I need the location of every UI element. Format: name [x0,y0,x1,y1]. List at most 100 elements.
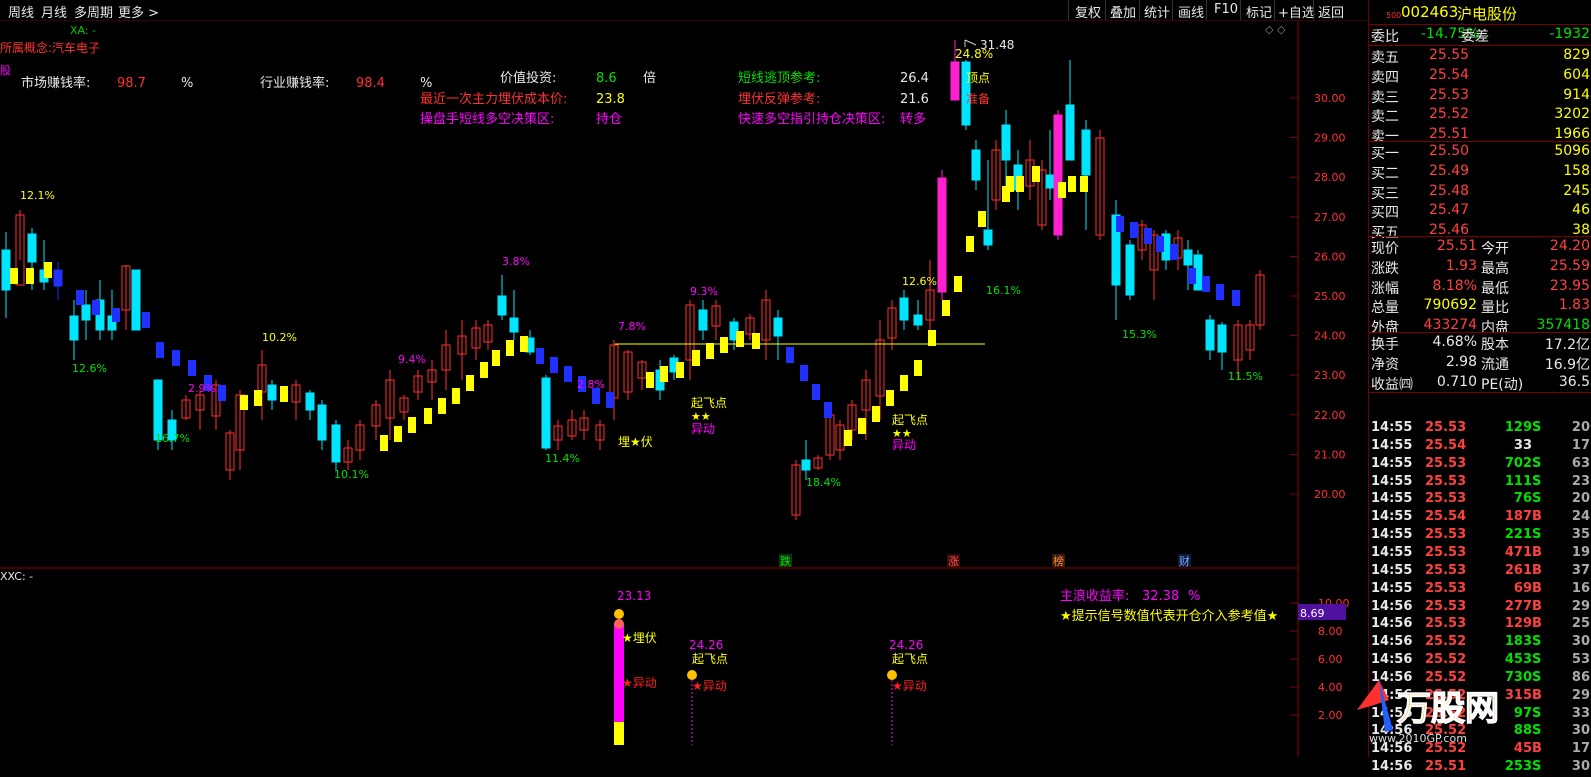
trend-bar [706,343,714,359]
trend-bar [692,350,700,366]
svg-text:%: % [420,76,432,91]
pct-label: 9.3% [690,285,718,298]
fuquan-button[interactable]: 复权 [1075,2,1101,21]
trend-bar [1144,228,1152,244]
trend-bar [1130,222,1138,238]
draw-button[interactable]: 画线 [1178,2,1204,21]
mark-button[interactable]: 标记 [1246,2,1272,21]
more-button[interactable]: 更多 > [118,2,159,21]
candle-body [153,379,163,441]
candle-body [1217,324,1227,353]
marker-finance[interactable]: 财 [1179,554,1190,568]
bid-row[interactable]: 买一 25.50 5096 [1369,142,1591,162]
trend-bar [606,392,614,408]
trend-bar [966,236,974,252]
trend-bar [800,365,808,381]
candle-body [131,269,141,331]
candle-body [983,229,993,246]
marker-fall[interactable]: 跌 [780,554,791,568]
sub-signal-1-value: 23.13 [617,589,651,603]
tick-row: 14:55 25.53 69 B 16 [1371,580,1590,596]
candle-body [1065,104,1075,161]
sub-signal-1-label-a: ★埋伏 [622,631,657,645]
trend-bar [1216,284,1224,300]
trend-bar [660,366,668,382]
kline-chart[interactable]: 30.00 29.00 28.00 27.00 26.00 25.00 24.00 23.00… [0,20,1368,757]
trend-bar [1032,166,1040,182]
trend-bar [872,406,880,422]
pct-label: 16.7% [155,432,190,445]
pct-label: 18.4% [806,476,841,489]
ask-row[interactable]: 卖四 25.54 604 [1369,66,1591,86]
candle-body [1001,124,1011,161]
sub-current-value: 8.69 [1300,607,1325,620]
tab-weekly[interactable]: 周线 [8,2,34,21]
tab-multi-period[interactable]: 多周期 [74,2,113,21]
diamond-icon[interactable]: ◇ ◇ [1265,23,1286,36]
trend-bar [752,333,760,349]
f10-button[interactable]: F10 [1214,2,1238,17]
trend-bar [1202,276,1210,292]
fast-label: 快速多空指引持仓决策区: [738,111,885,127]
candle-body [1,249,11,291]
ask-row[interactable]: 卖三 25.53 914 [1369,86,1591,106]
overlay-button[interactable]: 叠加 [1110,2,1136,21]
pct-label: 7.8% [618,320,646,333]
trend-bar [978,211,986,227]
market-profit-label: 市场赚钱率: [21,75,90,91]
trend-bar [886,390,894,406]
stat-row: 净资 2.98 流通 16.9亿 [1371,353,1590,373]
bid-row[interactable]: 买四 25.47 46 [1369,201,1591,221]
trend-bar [92,300,100,315]
trend-bar [188,360,196,376]
trend-bar [10,268,18,284]
ask-row[interactable]: 卖五 25.55 829 [1369,46,1591,66]
marker-rise[interactable]: 涨 [948,555,959,568]
svg-text:%: % [181,76,193,91]
trend-bar [424,408,432,424]
trend-bar [240,395,248,410]
pct-label: 10.1% [334,468,369,481]
tick-row: 14:55 25.53 221 S 35 [1371,527,1590,543]
sub-y-tick-label: 4.00 [1318,681,1343,694]
bid-row[interactable]: 买三 25.48 245 [1369,182,1591,202]
bid-row[interactable]: 买二 25.49 158 [1369,162,1591,182]
value-label: 价值投资: [500,70,556,86]
trend-bar [466,375,474,391]
trend-bar [564,366,572,382]
tick-row: 14:55 25.53 129 S 20 [1371,420,1590,435]
y-tick-label: 29.00 [1314,132,1346,145]
trend-bar [1016,176,1024,192]
trend-bar [480,362,488,378]
trend-bar [76,290,84,305]
candle-body [1125,244,1135,296]
y-tick-label: 20.00 [1314,488,1346,501]
value-value: 8.6 [596,71,617,86]
market-profit-value: 98.7 [117,76,146,91]
sub-y-tick-label: 6.00 [1318,653,1343,666]
signal-move-2: 异动 [892,438,916,452]
candle-body [1045,174,1055,189]
back-button[interactable]: 返回 [1318,2,1344,21]
candle-body [69,315,79,341]
stats-button[interactable]: 统计 [1144,2,1170,21]
tick-row: 14:55 25.53 111 S 23 [1371,473,1590,489]
trend-bar [676,362,684,378]
ask-row[interactable]: 卖二 25.52 3202 [1369,105,1591,125]
candle-body [971,149,981,181]
candle-body [950,61,960,101]
add-watchlist-button[interactable]: +自选 [1278,2,1315,21]
high-pct-label: 24.8% [955,47,993,61]
candle-body [899,297,909,321]
candle-body [801,459,811,471]
signal-ambush: 埋★伏 [618,435,653,449]
trend-bar [506,340,514,356]
tick-row: 14:55 25.53 471 B 19 [1371,544,1590,560]
tick-row: 14:56 25.53 129 B 25 [1371,616,1590,632]
tab-monthly[interactable]: 月线 [41,2,67,21]
pct-label: 16.1% [986,284,1021,297]
trend-bar [438,398,446,414]
marker-rank[interactable]: 榜 [1053,554,1064,568]
pct-label: 15.3% [1122,328,1157,341]
candle-body [509,317,519,333]
